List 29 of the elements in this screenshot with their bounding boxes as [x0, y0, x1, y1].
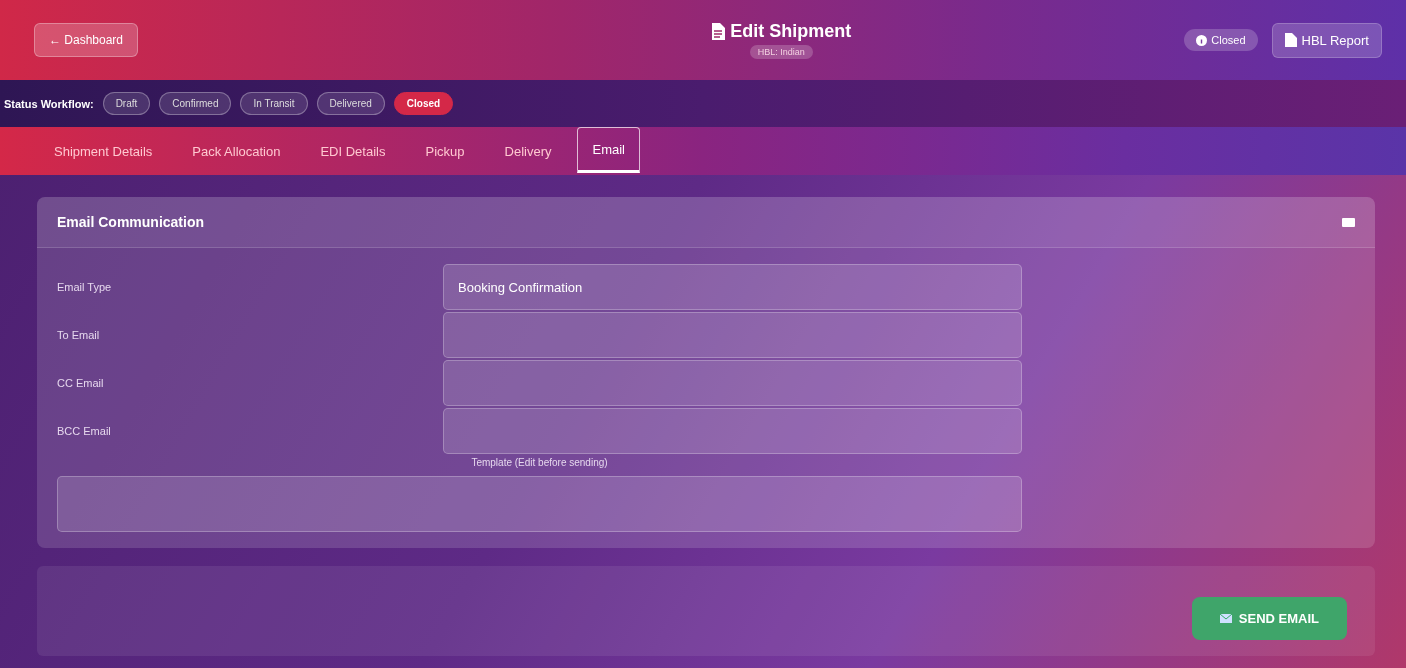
workflow-step: Confirmed [159, 92, 232, 115]
workflow-step: Delivered [316, 92, 385, 115]
document-icon [711, 23, 726, 40]
tab[interactable]: Delivery [490, 127, 566, 175]
template-label: Template (Edit before sending) [470, 456, 609, 470]
tab[interactable]: Pickup [411, 127, 479, 175]
workflow-step: In Transit [240, 92, 308, 115]
info-icon [1196, 34, 1208, 46]
hbl-report-button[interactable]: HBL Report [1271, 22, 1382, 58]
field-label: To Email [57, 329, 101, 341]
tab[interactable]: Shipment Details [40, 127, 167, 175]
document-icon [1284, 33, 1297, 47]
tab[interactable]: EDI Details [306, 127, 400, 175]
workflow-label: Status Workflow: [4, 97, 94, 110]
field-label: Email Type [57, 281, 113, 293]
workflow-step: Draft [102, 92, 151, 115]
hbl-subtitle: HBL: Indian [749, 45, 813, 59]
minimize-icon[interactable] [1342, 217, 1355, 227]
field-label: BCC Email [57, 425, 112, 437]
field-label: CC Email [57, 377, 105, 389]
card-title: Email Communication [57, 214, 205, 230]
status-badge: Closed [1184, 29, 1258, 51]
workflow-step: Closed [393, 92, 454, 115]
tab[interactable]: Pack Allocation [178, 127, 295, 175]
send-email-button[interactable]: SEND EMAIL [1191, 596, 1347, 640]
page-title: Edit Shipment [730, 21, 852, 42]
dashboard-button[interactable]: ← Dashboard [34, 23, 139, 57]
tab[interactable]: Email [577, 127, 640, 173]
envelope-icon [1219, 613, 1232, 623]
